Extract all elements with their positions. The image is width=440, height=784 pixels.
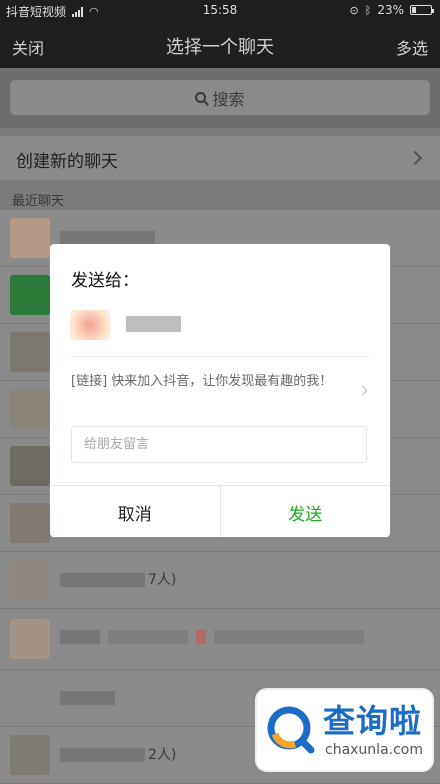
dialog-button-bar: 取消 发送 xyxy=(50,485,390,537)
search-placeholder: 搜索 xyxy=(212,89,245,109)
recent-chats-header: 最近聊天 xyxy=(12,194,65,209)
divider xyxy=(70,356,370,357)
contact-name-blurred xyxy=(60,748,145,762)
cancel-button[interactable]: 取消 xyxy=(50,486,221,537)
status-right: ⊙ ᛒ 23% xyxy=(349,3,434,17)
battery-percent: 23% xyxy=(377,3,404,17)
member-count: 7人) xyxy=(148,572,177,588)
chevron-right-icon xyxy=(407,150,423,166)
page-title: 选择一个聊天 xyxy=(166,37,274,58)
list-item[interactable]: 7人) xyxy=(0,552,440,609)
avatar xyxy=(10,503,50,543)
magnifier-logo-icon xyxy=(267,706,315,754)
search-area: 搜索 xyxy=(0,68,440,128)
contact-name-blurred xyxy=(108,630,188,644)
share-dialog: 发送给： [链接] 快来加入抖音，让你发现最有趣的我！ 取消 发送 xyxy=(50,244,390,537)
chevron-right-icon xyxy=(357,385,368,396)
avatar xyxy=(10,619,50,659)
list-item[interactable] xyxy=(0,609,440,670)
recipient-name-blurred xyxy=(126,316,181,332)
contact-name-blurred xyxy=(196,630,206,644)
send-button[interactable]: 发送 xyxy=(220,486,390,537)
search-icon xyxy=(195,92,207,103)
member-count: 2人) xyxy=(148,747,177,763)
avatar xyxy=(10,389,50,429)
nav-bar: 关闭 选择一个聊天 多选 xyxy=(0,22,440,68)
create-new-chat-label: 创建新的聊天 xyxy=(16,152,118,172)
shared-link-preview[interactable]: [链接] 快来加入抖音，让你发现最有趣的我！ xyxy=(71,372,345,392)
avatar xyxy=(10,735,50,775)
avatar xyxy=(10,560,50,600)
contact-name-blurred xyxy=(60,231,155,245)
rotation-lock-icon: ⊙ xyxy=(349,3,359,17)
site-watermark: 查询啦 chaxunla.com xyxy=(257,690,432,770)
watermark-title: 查询啦 xyxy=(323,702,423,740)
avatar xyxy=(10,332,50,372)
bluetooth-icon: ᛒ xyxy=(364,3,372,17)
battery-icon xyxy=(410,5,434,15)
dialog-title: 发送给： xyxy=(71,271,139,291)
avatar xyxy=(10,446,50,486)
contact-name-blurred xyxy=(60,573,145,587)
multi-select-button[interactable]: 多选 xyxy=(396,35,428,59)
avatar xyxy=(10,218,50,258)
message-input[interactable] xyxy=(71,426,367,463)
contact-name-blurred xyxy=(60,630,100,644)
avatar xyxy=(10,678,50,718)
battery-fill xyxy=(412,7,416,13)
search-bar[interactable]: 搜索 xyxy=(10,80,430,115)
watermark-domain: chaxunla.com xyxy=(325,742,423,758)
status-bar: 抖音短视频 ◠ 15:58 ⊙ ᛒ 23% xyxy=(0,0,440,22)
contact-name-blurred xyxy=(214,630,364,644)
create-new-chat-item[interactable]: 创建新的聊天 xyxy=(0,136,440,180)
contact-name-blurred xyxy=(60,691,115,705)
avatar xyxy=(10,275,50,315)
recipient-avatar xyxy=(70,310,110,340)
